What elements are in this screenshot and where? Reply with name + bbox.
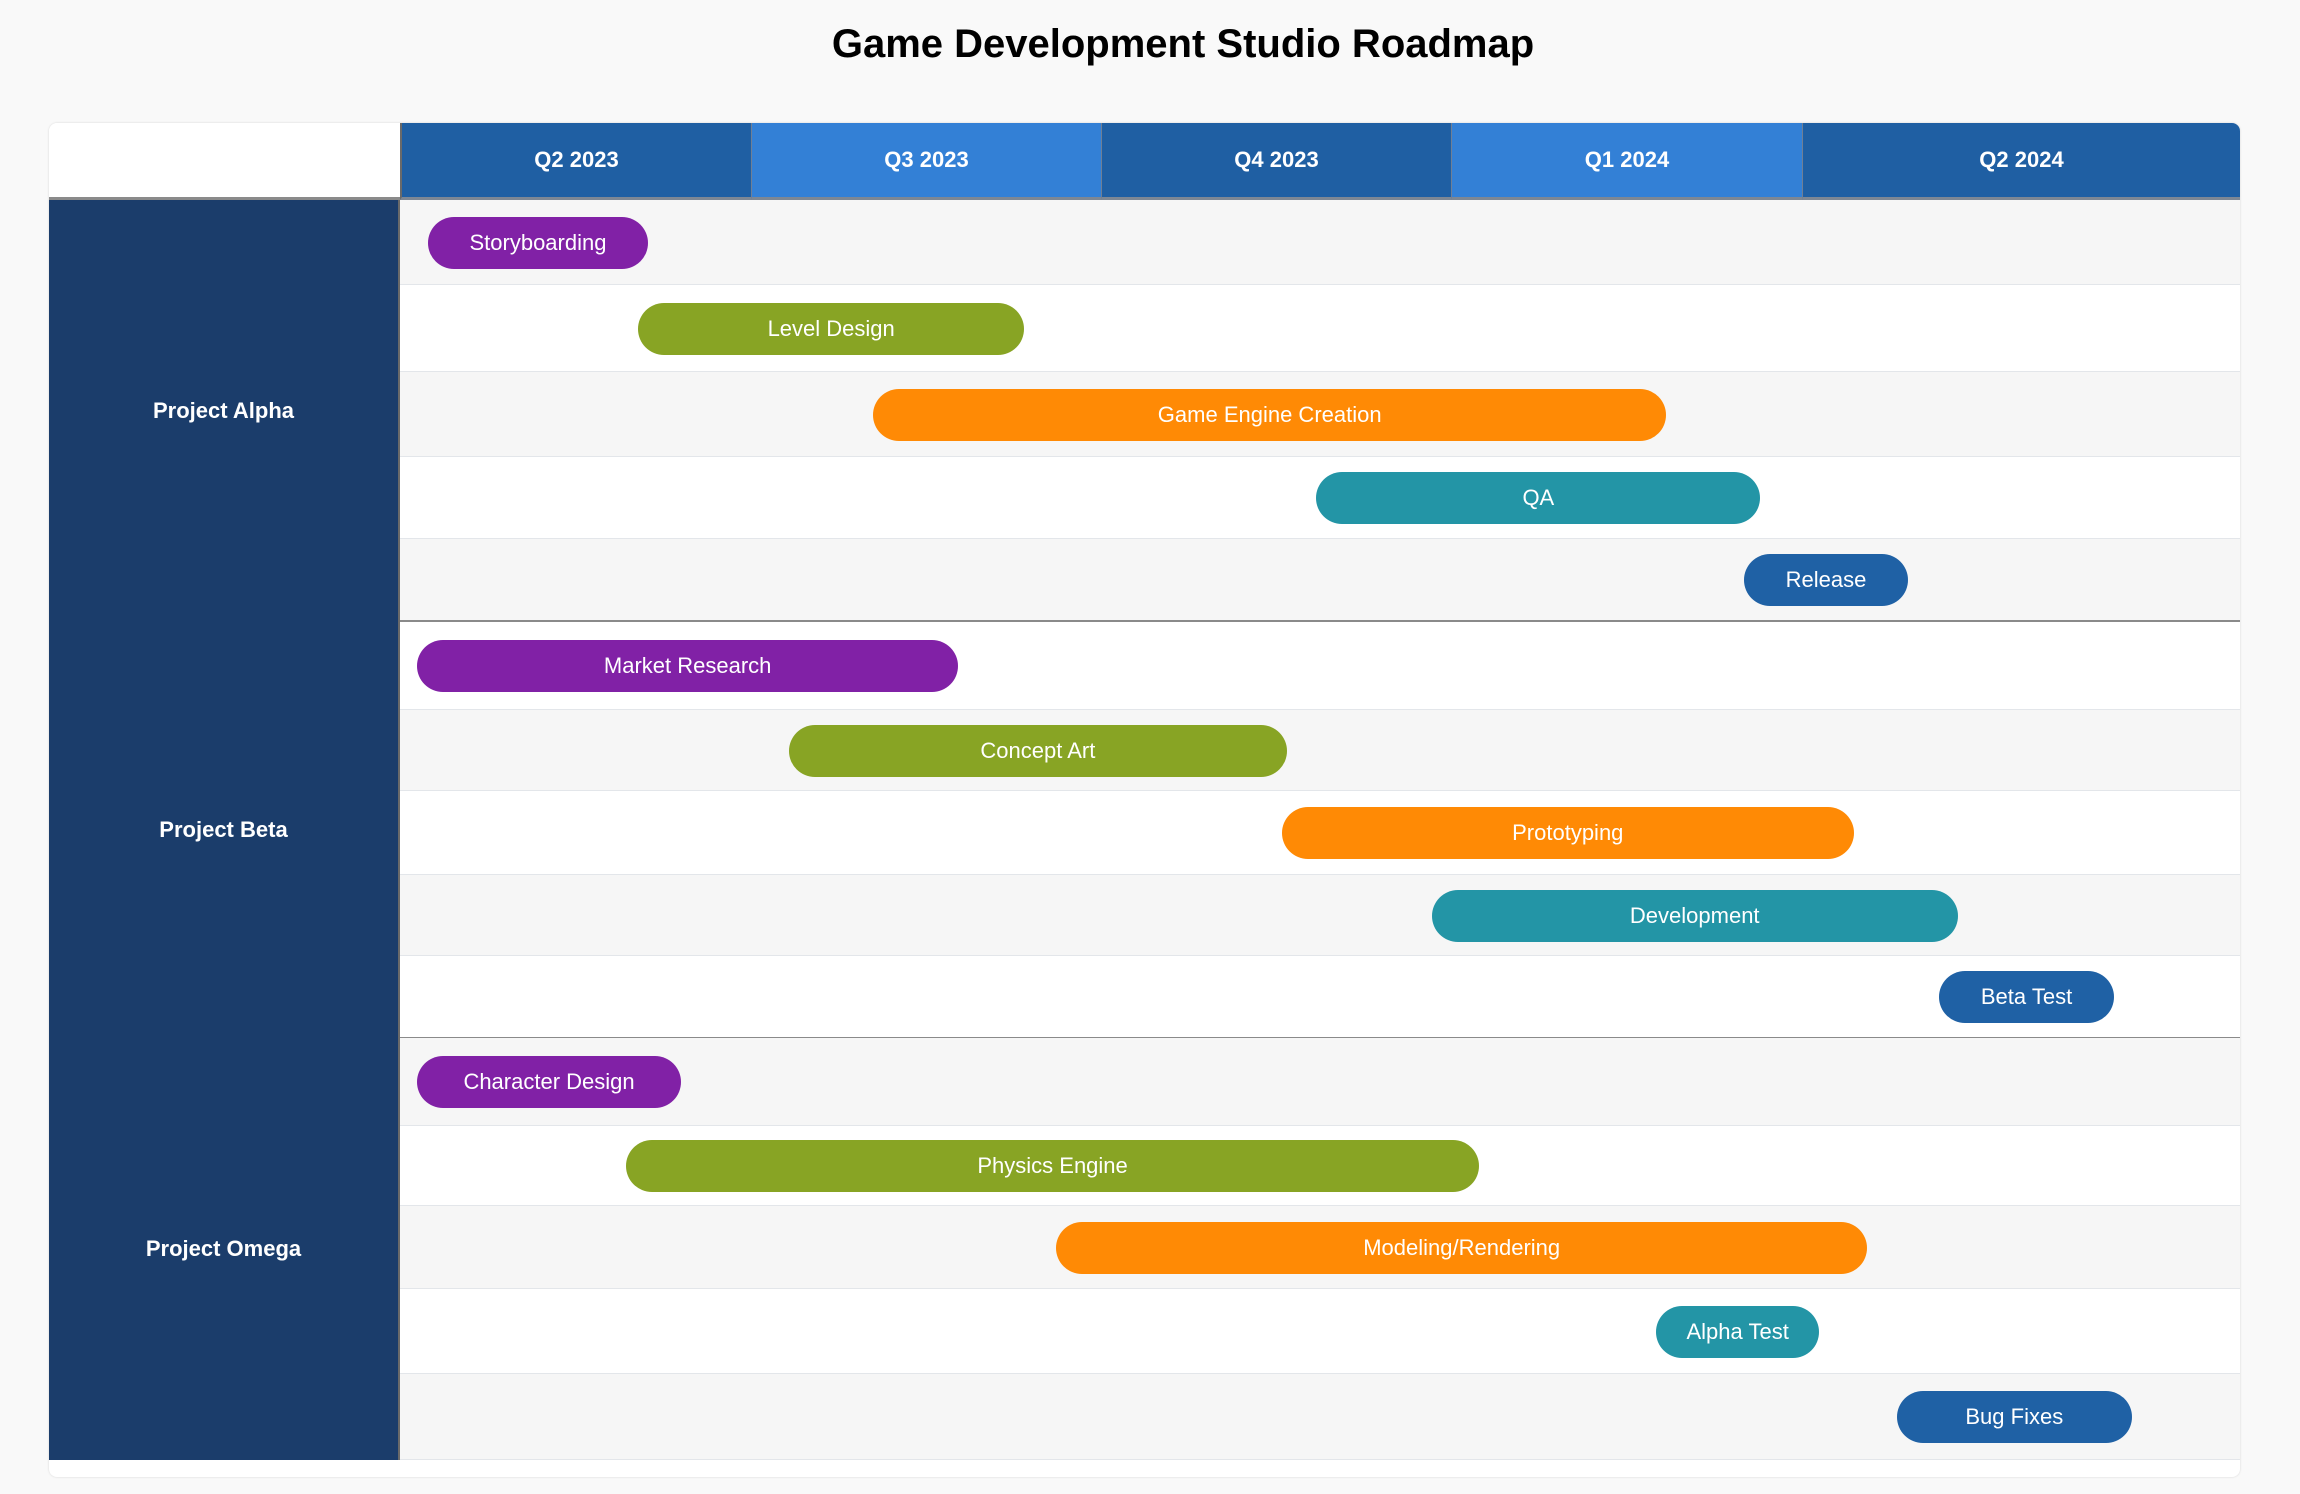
task-bar[interactable]: Storyboarding bbox=[428, 216, 648, 269]
task-bar[interactable]: Alpha Test bbox=[1656, 1305, 1820, 1358]
task-bar[interactable]: Bug Fixes bbox=[1896, 1391, 2133, 1443]
task-row bbox=[400, 200, 2240, 285]
task-row bbox=[400, 710, 2240, 791]
task-bar[interactable]: Prototyping bbox=[1281, 807, 1854, 859]
task-bar[interactable]: Release bbox=[1744, 554, 1908, 606]
chart-title: Game Development Studio Roadmap bbox=[831, 22, 1535, 66]
quarter-header: Q4 2023 bbox=[1101, 123, 1451, 200]
task-bar[interactable]: Character Design bbox=[417, 1056, 681, 1108]
quarter-header: Q1 2024 bbox=[1451, 123, 1802, 200]
task-bar[interactable]: Physics Engine bbox=[625, 1140, 1480, 1192]
task-row bbox=[400, 1289, 2240, 1374]
task-bar[interactable]: Concept Art bbox=[788, 724, 1287, 777]
task-bar[interactable]: Beta Test bbox=[1939, 971, 2114, 1023]
quarter-header: Q3 2023 bbox=[751, 123, 1101, 200]
header-corner bbox=[49, 123, 400, 200]
quarter-header: Q2 2023 bbox=[400, 123, 751, 200]
project-label: Project Omega bbox=[49, 1038, 400, 1460]
task-bar[interactable]: Game Engine Creation bbox=[873, 388, 1666, 441]
task-row bbox=[400, 539, 2240, 621]
quarter-header: Q2 2024 bbox=[1802, 123, 2240, 200]
task-bar[interactable]: QA bbox=[1316, 472, 1761, 524]
gantt-chart: Q2 2023 Q3 2023 Q4 2023 Q1 2024 Q2 2024 Story… bbox=[49, 123, 2240, 1477]
task-bar[interactable]: Modeling/Rendering bbox=[1056, 1221, 1868, 1274]
task-bar[interactable]: Development bbox=[1431, 889, 1958, 942]
project-label: Project Alpha bbox=[49, 200, 400, 621]
task-row bbox=[400, 875, 2240, 956]
task-bar[interactable]: Market Research bbox=[417, 639, 959, 692]
task-bar[interactable]: Level Design bbox=[637, 302, 1025, 355]
project-label: Project Beta bbox=[49, 621, 400, 1038]
